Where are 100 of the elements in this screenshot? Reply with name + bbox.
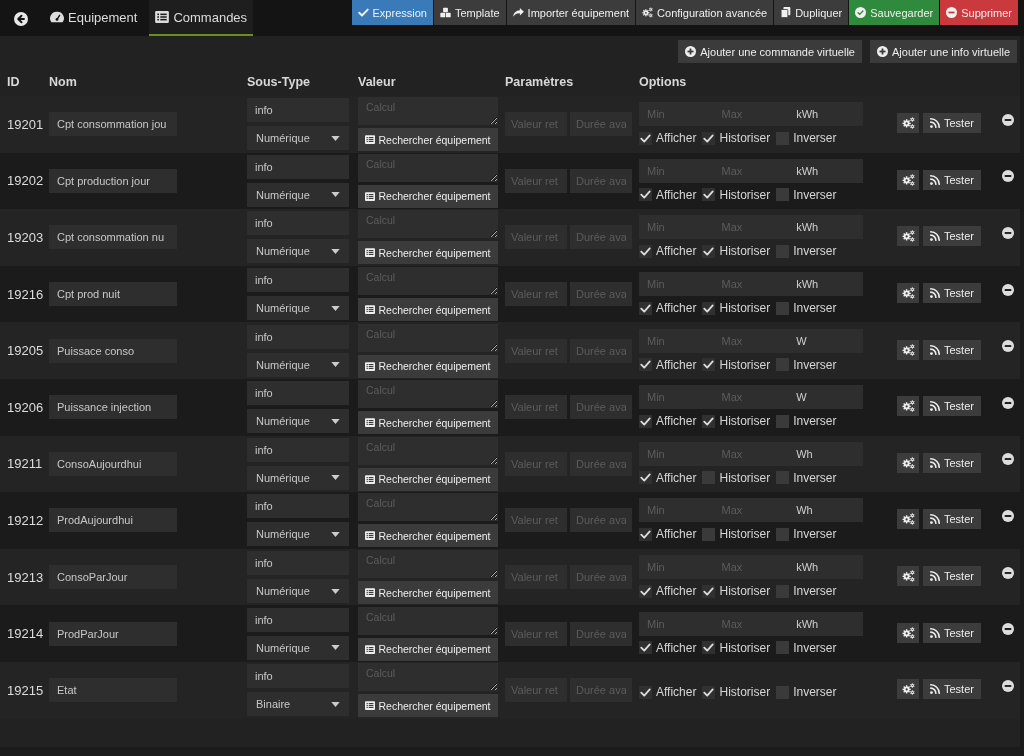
checkbox[interactable] (776, 188, 790, 202)
checkbox[interactable] (702, 301, 716, 315)
add-button[interactable]: Ajouter une info virtuelle (870, 40, 1017, 63)
advanced-settings-button[interactable] (897, 509, 919, 530)
advanced-settings-button[interactable] (897, 283, 919, 304)
advanced-settings-button[interactable] (897, 169, 919, 190)
checkbox[interactable] (776, 641, 790, 655)
subtype-dropdown[interactable]: Numérique (247, 465, 349, 490)
unit-field[interactable]: kWh (788, 102, 863, 127)
checkbox[interactable] (639, 471, 652, 485)
subtype-dropdown[interactable]: Numérique (247, 296, 349, 321)
test-button[interactable]: Tester (923, 452, 981, 473)
type-field[interactable]: info (247, 494, 349, 519)
name-field[interactable]: ProdAujourdhui (49, 508, 177, 533)
test-button[interactable]: Tester (923, 509, 981, 530)
checkbox[interactable] (702, 414, 716, 428)
type-field[interactable]: info (247, 211, 349, 236)
test-button[interactable]: Tester (923, 396, 981, 417)
name-field[interactable]: Puissance injection (49, 395, 177, 420)
remove-icon[interactable] (1002, 453, 1014, 466)
test-button[interactable]: Tester (923, 339, 981, 360)
checkbox[interactable] (776, 301, 790, 315)
unit-field[interactable]: kWh (788, 215, 863, 240)
name-field[interactable]: Cpt consommation jou (49, 112, 177, 137)
remove-icon[interactable] (1002, 396, 1014, 409)
search-equipment-button[interactable]: Rechercher équipement (358, 298, 498, 322)
subtype-dropdown[interactable]: Numérique (247, 352, 349, 377)
checkbox[interactable] (702, 188, 716, 202)
checkbox[interactable] (639, 245, 652, 258)
search-equipment-button[interactable]: Rechercher équipement (358, 354, 498, 378)
checkbox[interactable] (776, 527, 790, 541)
remove-icon[interactable] (1002, 227, 1014, 239)
remove-icon[interactable] (1002, 340, 1014, 353)
subtype-dropdown[interactable]: Numérique (247, 635, 349, 660)
name-field[interactable]: ConsoAujourdhui (49, 451, 177, 476)
test-button[interactable]: Tester (923, 283, 981, 304)
remove-icon[interactable] (1002, 170, 1014, 183)
test-button[interactable]: Tester (923, 113, 981, 134)
subtype-dropdown[interactable]: Numérique (247, 239, 349, 264)
search-equipment-button[interactable]: Rechercher équipement (358, 184, 498, 208)
checkbox[interactable] (639, 131, 652, 145)
checkbox[interactable] (639, 414, 652, 428)
unit-field[interactable]: kWh (788, 158, 863, 183)
subtype-dropdown[interactable]: Numérique (247, 126, 349, 151)
checkbox[interactable] (702, 245, 716, 258)
type-field[interactable]: info (247, 664, 349, 689)
type-field[interactable]: info (247, 381, 349, 406)
tab[interactable]: Equipement (44, 0, 144, 36)
checkbox[interactable] (776, 414, 790, 428)
advanced-settings-button[interactable] (897, 226, 919, 247)
type-field[interactable]: info (247, 607, 349, 632)
unit-field[interactable]: Wh (788, 441, 863, 466)
name-field[interactable]: ProdParJour (49, 621, 177, 646)
remove-icon[interactable] (1002, 113, 1014, 126)
type-field[interactable]: info (247, 154, 349, 179)
unit-field[interactable]: kWh (788, 611, 863, 636)
test-button[interactable]: Tester (923, 226, 981, 247)
name-field[interactable]: Cpt prod nuit (49, 282, 177, 307)
remove-icon[interactable] (1002, 283, 1014, 296)
search-equipment-button[interactable]: Rechercher équipement (358, 128, 498, 152)
remove-icon[interactable] (1002, 679, 1014, 692)
search-equipment-button[interactable]: Rechercher équipement (358, 467, 498, 491)
checkbox[interactable] (639, 188, 652, 202)
subtype-dropdown[interactable]: Numérique (247, 182, 349, 207)
toolbar-button[interactable]: Template (433, 0, 506, 25)
remove-icon[interactable] (1002, 623, 1014, 636)
toolbar-button[interactable]: Configuration avancée (636, 0, 774, 25)
toolbar-button[interactable]: Expression (351, 0, 433, 25)
search-equipment-button[interactable]: Rechercher équipement (358, 581, 498, 605)
type-field[interactable]: info (247, 98, 349, 123)
toolbar-button[interactable]: Supprimer (940, 0, 1018, 25)
search-equipment-button[interactable]: Rechercher équipement (358, 524, 498, 548)
type-field[interactable]: info (247, 551, 349, 576)
subtype-dropdown[interactable]: Numérique (247, 522, 349, 547)
advanced-settings-button[interactable] (897, 339, 919, 360)
checkbox[interactable] (702, 584, 716, 598)
checkbox[interactable] (639, 641, 652, 655)
name-field[interactable]: Cpt production jour (49, 168, 177, 193)
search-equipment-button[interactable]: Rechercher équipement (358, 637, 498, 661)
name-field[interactable]: Puissace conso (49, 338, 177, 363)
test-button[interactable]: Tester (923, 679, 981, 700)
remove-icon[interactable] (1002, 566, 1014, 579)
name-field[interactable]: Etat (49, 678, 177, 703)
checkbox[interactable] (702, 527, 716, 541)
type-field[interactable]: info (247, 437, 349, 462)
test-button[interactable]: Tester (923, 566, 981, 587)
toolbar-button[interactable]: Dupliquer (774, 0, 849, 25)
advanced-settings-button[interactable] (897, 679, 919, 700)
checkbox[interactable] (702, 358, 716, 372)
toolbar-button[interactable]: Importer équipement (506, 0, 636, 25)
unit-field[interactable]: kWh (788, 555, 863, 580)
add-button[interactable]: Ajouter une commande virtuelle (678, 40, 862, 63)
checkbox[interactable] (639, 584, 652, 598)
name-field[interactable]: ConsoParJour (49, 565, 177, 590)
advanced-settings-button[interactable] (897, 452, 919, 473)
advanced-settings-button[interactable] (897, 396, 919, 417)
checkbox[interactable] (702, 131, 716, 145)
unit-field[interactable]: kWh (788, 272, 863, 297)
type-field[interactable]: info (247, 324, 349, 349)
advanced-settings-button[interactable] (897, 113, 919, 134)
